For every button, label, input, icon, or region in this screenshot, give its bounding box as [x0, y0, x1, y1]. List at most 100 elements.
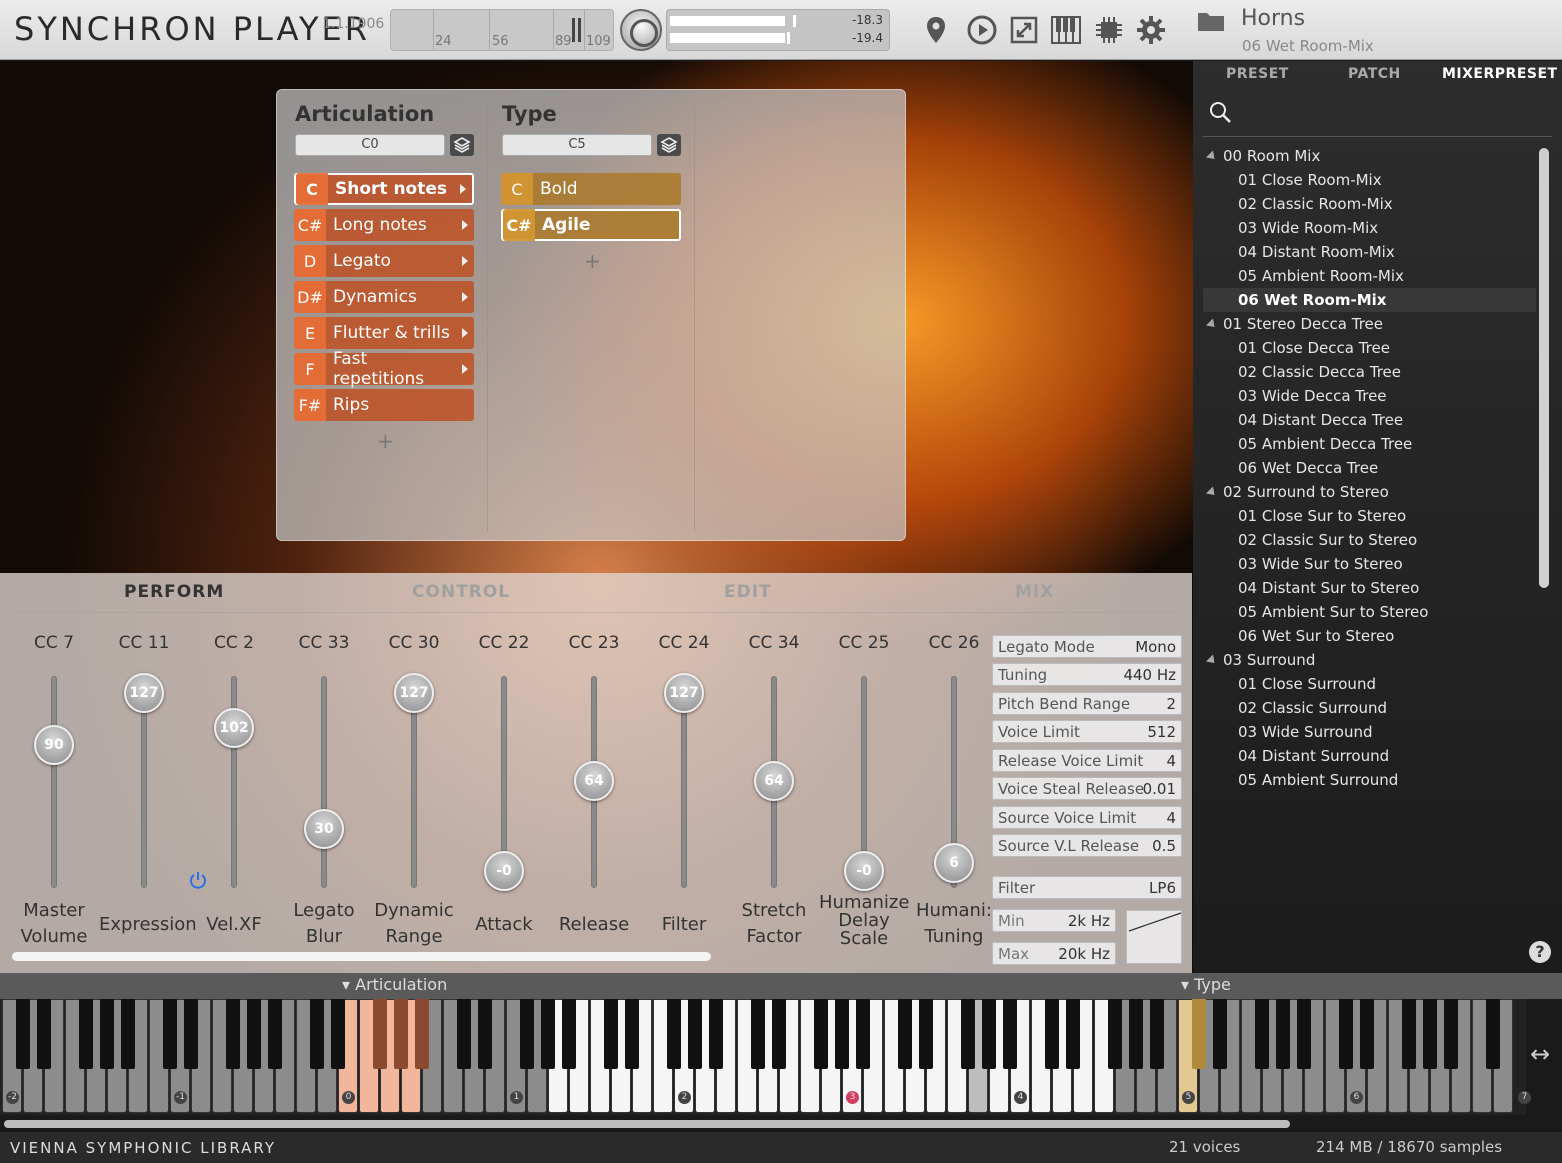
type-item-agile[interactable]: C# Agile [501, 209, 681, 241]
articulation-item-dynamics[interactable]: D# Dynamics [294, 281, 474, 313]
patch-name[interactable]: Horns [1241, 6, 1305, 31]
tree-item[interactable]: 05 Ambient Sur to Stereo [1238, 603, 1428, 621]
black-key[interactable] [667, 999, 681, 1069]
slider-thumb[interactable]: 90 [34, 724, 74, 765]
tree-folder[interactable]: 02 Surround to Stereo [1205, 483, 1389, 501]
black-key[interactable] [415, 999, 429, 1069]
black-key[interactable] [121, 999, 135, 1069]
setting-voice-steal-release[interactable]: Voice Steal Release 0.01 [992, 777, 1182, 800]
expand-triangle-icon[interactable] [1205, 654, 1219, 667]
black-key[interactable] [1423, 999, 1437, 1069]
piano-icon[interactable] [1048, 12, 1084, 48]
add-articulation-button[interactable]: + [377, 429, 394, 453]
tree-item[interactable]: 02 Classic Decca Tree [1238, 363, 1401, 381]
slider-thumb[interactable]: 127 [664, 673, 704, 713]
gear-icon[interactable] [1133, 12, 1169, 48]
tree-item[interactable]: 04 Distant Surround [1238, 747, 1389, 765]
resize-horizontal-icon[interactable]: ↔ [1530, 1040, 1550, 1068]
black-key[interactable] [457, 999, 471, 1069]
setting-tuning[interactable]: Tuning 440 Hz [992, 663, 1182, 686]
articulation-item-legato[interactable]: D Legato [294, 245, 474, 277]
setting-voice-limit[interactable]: Voice Limit 512 [992, 720, 1182, 743]
location-pin-icon[interactable] [918, 12, 954, 48]
tree-item[interactable]: 06 Wet Room-Mix [1238, 291, 1386, 309]
tree-item[interactable]: 04 Distant Sur to Stereo [1238, 579, 1419, 597]
slider-thumb[interactable]: -0 [844, 851, 884, 891]
black-key[interactable] [37, 999, 51, 1069]
tree-item[interactable]: 03 Wide Room-Mix [1238, 219, 1378, 237]
black-key[interactable] [1486, 999, 1500, 1069]
black-key[interactable] [688, 999, 702, 1069]
black-key[interactable] [1360, 999, 1374, 1069]
tab-perform[interactable]: PERFORM [124, 582, 224, 602]
tab-mix[interactable]: MIX [1015, 582, 1054, 602]
tree-item[interactable]: 02 Classic Sur to Stereo [1238, 531, 1417, 549]
black-key[interactable] [1129, 999, 1143, 1069]
black-key[interactable] [520, 999, 534, 1069]
setting-legato-mode[interactable]: Legato Mode Mono [992, 635, 1182, 658]
tree-item[interactable]: 01 Close Sur to Stereo [1238, 507, 1406, 525]
black-key[interactable] [226, 999, 240, 1069]
black-key[interactable] [961, 999, 975, 1069]
black-key[interactable] [16, 999, 30, 1069]
articulation-item-rips[interactable]: F# Rips [294, 389, 474, 421]
slider-thumb[interactable]: 127 [124, 673, 164, 713]
black-key[interactable] [163, 999, 177, 1069]
black-key[interactable] [562, 999, 576, 1069]
tab-mixerpreset[interactable]: MIXERPRESET [1442, 66, 1558, 82]
black-key[interactable] [751, 999, 765, 1069]
black-key[interactable] [1045, 999, 1059, 1069]
tree-folder[interactable]: 00 Room Mix [1205, 147, 1320, 165]
slider-track[interactable] [51, 676, 57, 888]
black-key[interactable] [1066, 999, 1080, 1069]
setting-filter[interactable]: Filter LP6 [992, 876, 1182, 899]
piano-keyboard[interactable]: -2 -1 0 1 2 3 4 5 6 7 [0, 999, 1531, 1115]
black-key[interactable] [856, 999, 870, 1069]
layers-icon[interactable] [657, 134, 681, 156]
tab-patch[interactable]: PATCH [1348, 66, 1401, 82]
type-item-bold[interactable]: C Bold [501, 173, 681, 205]
slider-thumb[interactable]: -0 [484, 851, 524, 891]
tree-item[interactable]: 06 Wet Sur to Stereo [1238, 627, 1394, 645]
tree-item[interactable]: 05 Ambient Room-Mix [1238, 267, 1404, 285]
black-key[interactable] [709, 999, 723, 1069]
black-key[interactable] [184, 999, 198, 1069]
tree-folder[interactable]: 03 Surround [1205, 651, 1315, 669]
black-key[interactable] [373, 999, 387, 1069]
black-key[interactable] [79, 999, 93, 1069]
slider-thumb[interactable]: 30 [304, 808, 344, 849]
slider-thumb[interactable]: 6 [934, 842, 974, 883]
tree-item[interactable]: 02 Classic Room-Mix [1238, 195, 1393, 213]
tab-preset[interactable]: PRESET [1226, 66, 1289, 82]
black-key[interactable] [1255, 999, 1269, 1069]
tree-item[interactable]: 04 Distant Decca Tree [1238, 411, 1403, 429]
black-key[interactable] [1192, 999, 1206, 1069]
black-key[interactable] [1213, 999, 1227, 1069]
resize-icon[interactable] [1006, 12, 1042, 48]
black-key[interactable] [541, 999, 555, 1069]
setting-pitch-bend-range[interactable]: Pitch Bend Range 2 [992, 692, 1182, 715]
tree-item[interactable]: 01 Close Room-Mix [1238, 171, 1382, 189]
add-type-button[interactable]: + [584, 249, 601, 273]
black-key[interactable] [1402, 999, 1416, 1069]
cpu-icon[interactable] [1091, 12, 1127, 48]
master-volume-knob[interactable] [620, 9, 662, 51]
articulation-item-flutter-trills[interactable]: E Flutter & trills [294, 317, 474, 349]
slider-track[interactable] [321, 676, 327, 888]
tree-item[interactable]: 05 Ambient Surround [1238, 771, 1398, 789]
setting-source-vl-release[interactable]: Source V.L Release 0.5 [992, 834, 1182, 857]
tree-item[interactable]: 03 Wide Decca Tree [1238, 387, 1387, 405]
expand-triangle-icon[interactable] [1205, 486, 1219, 499]
filter-max[interactable]: Max 20k Hz [992, 942, 1116, 965]
expand-triangle-icon[interactable] [1205, 318, 1219, 331]
setting-source-voice-limit[interactable]: Source Voice Limit 4 [992, 806, 1182, 829]
tab-control[interactable]: CONTROL [412, 582, 510, 602]
slider-thumb[interactable]: 127 [394, 673, 434, 713]
tree-item[interactable]: 01 Close Surround [1238, 675, 1376, 693]
help-icon[interactable]: ? [1529, 941, 1551, 963]
expand-triangle-icon[interactable] [1205, 150, 1219, 163]
keyboard-scrollbar[interactable] [4, 1120, 1290, 1128]
browser-scrollbar[interactable] [1539, 148, 1549, 588]
search-icon[interactable] [1208, 100, 1232, 124]
black-key[interactable] [835, 999, 849, 1069]
